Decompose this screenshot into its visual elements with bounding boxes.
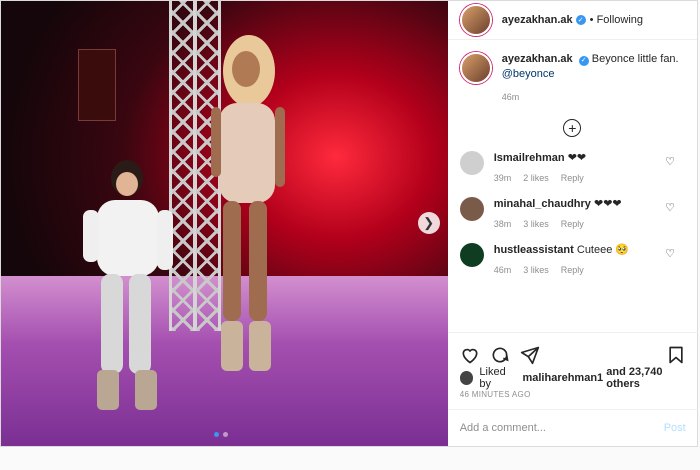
reply-button[interactable]: Reply <box>561 265 584 275</box>
exhibit-sign <box>78 49 116 121</box>
author-avatar[interactable] <box>459 4 492 36</box>
caption-text: Beyonce little fan. <box>591 53 679 65</box>
comment-text: Cuteee 🥺 <box>576 244 630 256</box>
share-icon[interactable] <box>520 345 540 365</box>
bookmark-icon[interactable] <box>666 345 686 365</box>
following-label: Following <box>596 14 644 26</box>
comment-text: ❤❤ <box>567 152 587 164</box>
next-photo-button[interactable]: ❯ <box>417 212 440 234</box>
caption-time: 46m <box>501 92 520 102</box>
likes-prefix: Liked by <box>479 366 506 390</box>
comment-icon[interactable] <box>490 345 510 365</box>
comment-list: Ismailrehman ❤❤ 39m 2 likes Reply ♡ minahal_c… <box>448 137 697 275</box>
likes-count[interactable]: and 23,740 others <box>606 366 697 390</box>
comment-likes[interactable]: 2 likes <box>523 173 549 183</box>
add-comment-input[interactable]: Add a comment... <box>460 422 546 434</box>
commenter-username[interactable]: Ismailrehman <box>494 152 565 164</box>
reply-button[interactable]: Reply <box>561 173 584 183</box>
heart-icon[interactable]: ♡ <box>665 201 675 214</box>
commenter-username[interactable]: minahal_chaudhry <box>494 198 591 210</box>
comment-meta: 39m 2 likes Reply <box>494 173 586 183</box>
caption-mention[interactable]: @beyonce <box>502 68 555 80</box>
likes-summary: Liked by maliharehman1 and 23,740 others <box>459 366 697 390</box>
wax-figure <box>211 35 285 371</box>
comment-item: Ismailrehman ❤❤ 39m 2 likes Reply ♡ <box>448 151 697 183</box>
commenter-avatar[interactable] <box>459 151 484 175</box>
heart-icon[interactable]: ♡ <box>665 155 675 168</box>
verified-icon: ✓ <box>578 55 589 66</box>
chevron-right-icon: ❯ <box>423 215 435 230</box>
heart-icon[interactable] <box>460 345 480 365</box>
comment-body: hustleassistant Cuteee 🥺 46m 3 likes Reply <box>494 243 629 275</box>
post-header: ayezakhan.ak ✓ • Following <box>447 1 697 40</box>
comment-body: minahal_chaudhry ❤❤❤ 38m 3 likes Reply <box>494 197 622 229</box>
caption: ayezakhan.ak ✓ Beyonce little fan. @beyo… <box>448 40 697 105</box>
following-button[interactable]: • Following <box>590 14 643 26</box>
post-timestamp[interactable]: 46 MINUTES AGO <box>460 390 531 399</box>
comment-time[interactable]: 39m <box>494 173 512 183</box>
load-more-comments[interactable]: + <box>448 119 697 137</box>
verified-icon: ✓ <box>575 15 586 25</box>
commenter-avatar[interactable] <box>459 197 484 221</box>
child-figure <box>83 160 173 410</box>
reply-button[interactable]: Reply <box>561 219 584 229</box>
carousel-dots <box>214 432 228 437</box>
comment-text: ❤❤❤ <box>593 198 622 210</box>
comment-meta: 46m 3 likes Reply <box>494 265 629 275</box>
caption-username[interactable]: ayezakhan.ak <box>502 53 573 65</box>
caption-body: ayezakhan.ak ✓ Beyonce little fan. @beyo… <box>502 52 679 105</box>
comment-meta: 38m 3 likes Reply <box>494 219 622 229</box>
instagram-post: ❯ ayezakhan.ak ✓ • Following ayezakhan.a… <box>0 0 698 447</box>
add-comment-bar: Add a comment... Post <box>447 409 698 446</box>
comment-time[interactable]: 38m <box>494 219 512 229</box>
carousel-dot <box>214 432 219 437</box>
carousel-dot <box>223 432 228 437</box>
action-bar <box>447 332 698 366</box>
comment-likes[interactable]: 3 likes <box>523 219 549 229</box>
liker-avatar[interactable] <box>459 371 474 385</box>
comment-time[interactable]: 46m <box>494 265 512 275</box>
post-photo[interactable]: ❯ <box>1 1 448 446</box>
author-username[interactable]: ayezakhan.ak <box>502 14 573 26</box>
caption-avatar[interactable] <box>459 52 492 84</box>
post-sidebar: ayezakhan.ak ✓ • Following ayezakhan.ak … <box>447 1 698 446</box>
post-comment-button[interactable]: Post <box>664 422 686 434</box>
comment-item: hustleassistant Cuteee 🥺 46m 3 likes Reply ♡ <box>448 243 697 275</box>
commenter-avatar[interactable] <box>459 243 484 267</box>
comment-item: minahal_chaudhry ❤❤❤ 38m 3 likes Reply ♡ <box>448 197 697 229</box>
liker-username[interactable]: maliharehman1 <box>522 372 603 384</box>
comment-likes[interactable]: 3 likes <box>523 265 549 275</box>
comment-body: Ismailrehman ❤❤ 39m 2 likes Reply <box>494 151 586 183</box>
plus-circle-icon: + <box>563 119 582 137</box>
commenter-username[interactable]: hustleassistant <box>494 244 574 256</box>
heart-icon[interactable]: ♡ <box>665 247 675 260</box>
